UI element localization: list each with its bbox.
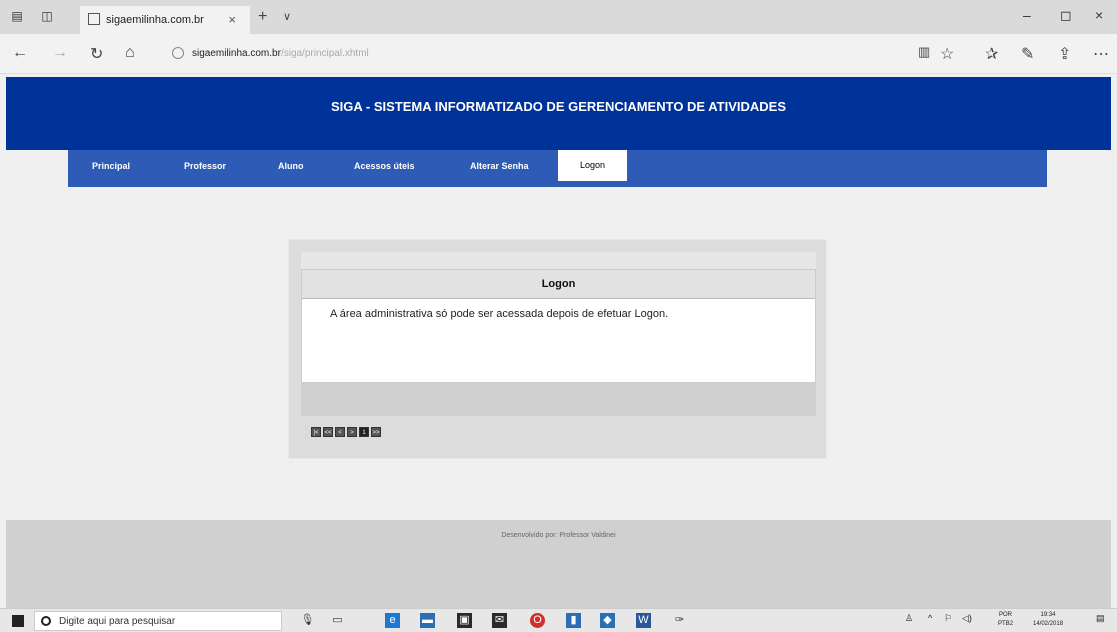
task-view-icon[interactable]: ▭ — [330, 613, 345, 628]
tab-preview-icon[interactable]: ▤ — [10, 9, 24, 23]
app-icon[interactable]: ◆ — [600, 613, 615, 628]
site-info-icon[interactable] — [172, 47, 184, 59]
footer-credit: Desenvolvido por: Professor Valdinei — [501, 532, 616, 539]
taskbar-search-box[interactable]: Digite aqui para pesquisar — [34, 611, 282, 631]
browser-nav-bar: ← → ↻ ⌂ sigaemilinha.com.br/siga/princip… — [0, 34, 1117, 74]
word-icon[interactable]: W — [636, 613, 651, 628]
refresh-icon[interactable]: ↻ — [90, 44, 103, 64]
panel-header-strip — [301, 252, 816, 269]
browser-tab-bar: ▤ ◫ sigaemilinha.com.br × + ∨ – ◻ × — [0, 0, 1117, 34]
menu-item-acessos-uteis[interactable]: Acessos úteis — [354, 161, 415, 171]
network-icon[interactable]: ⚐ — [944, 613, 952, 624]
close-tab-icon[interactable]: × — [228, 12, 236, 27]
pager-last-button[interactable]: >> — [371, 427, 381, 437]
logon-panel: Logon A área administrativa só pode ser … — [301, 269, 816, 383]
file-explorer-icon[interactable]: ▬ — [420, 613, 435, 628]
reading-view-icon[interactable]: ▥ — [918, 44, 930, 60]
panel-footer — [301, 383, 816, 416]
panel-message: A área administrativa só pode ser acessa… — [330, 308, 669, 320]
menu-item-alterar-senha[interactable]: Alterar Senha — [470, 161, 529, 171]
panel-title: Logon — [302, 270, 815, 299]
set-aside-tabs-icon[interactable]: ◫ — [40, 9, 54, 23]
menu-item-professor[interactable]: Professor — [184, 161, 226, 171]
paginator: |< << < >1 >> — [311, 421, 383, 437]
main-menu: Principal Professor Aluno Acessos úteis … — [68, 150, 1047, 187]
back-icon[interactable]: ← — [12, 44, 28, 62]
url-text: sigaemilinha.com.br/siga/principal.xhtml — [192, 48, 369, 59]
logon-dialog: Logon A área administrativa só pode ser … — [288, 239, 827, 459]
windows-taskbar: Digite aqui para pesquisar 🎙 ▭ e ▬ ▣ ✉ O… — [0, 608, 1117, 632]
windows-start-icon[interactable] — [12, 615, 24, 627]
tab-title: sigaemilinha.com.br — [106, 14, 204, 26]
search-placeholder: Digite aqui para pesquisar — [59, 616, 176, 627]
clock[interactable]: 19:34 14/02/2018 — [1033, 611, 1063, 629]
site-header: SIGA - SISTEMA INFORMATIZADO DE GERENCIA… — [6, 77, 1111, 150]
microphone-icon[interactable]: 🎙 — [300, 613, 315, 628]
new-tab-button[interactable]: + — [258, 8, 267, 26]
people-icon[interactable]: ♙ — [905, 613, 913, 624]
opera-icon[interactable]: O — [530, 613, 545, 628]
browser-tab[interactable]: sigaemilinha.com.br × — [80, 6, 250, 34]
site-footer: Desenvolvido por: Professor Valdinei — [6, 520, 1111, 608]
page-icon — [88, 13, 100, 25]
cortana-icon — [41, 616, 51, 626]
pager-prev-button[interactable]: < — [335, 427, 345, 437]
pager-current-page[interactable]: 1 — [359, 427, 369, 437]
pager-fast-back-button[interactable]: << — [323, 427, 333, 437]
tray-chevron-icon[interactable]: ^ — [928, 613, 932, 623]
home-icon[interactable]: ⌂ — [125, 44, 135, 62]
favorites-hub-icon[interactable]: ✰ — [985, 44, 998, 64]
store-icon[interactable]: ▣ — [457, 613, 472, 628]
menu-item-aluno[interactable]: Aluno — [278, 161, 304, 171]
pager-first-button[interactable]: |< — [311, 427, 321, 437]
language-indicator[interactable]: POR PTB2 — [998, 611, 1013, 629]
site-title: SIGA - SISTEMA INFORMATIZADO DE GERENCIA… — [330, 99, 786, 114]
volume-icon[interactable]: ◁) — [962, 613, 972, 624]
mail-icon[interactable]: ✉ — [492, 613, 507, 628]
web-note-icon[interactable]: ✎ — [1021, 44, 1034, 64]
favorite-star-icon[interactable]: ☆ — [940, 44, 954, 64]
pager-next-button[interactable]: > — [347, 427, 357, 437]
more-icon[interactable]: ⋯ — [1093, 44, 1109, 64]
minimize-button[interactable]: – — [1023, 7, 1031, 23]
notifications-icon[interactable]: ▤ — [1096, 613, 1105, 624]
close-window-button[interactable]: × — [1095, 7, 1103, 23]
address-bar[interactable]: sigaemilinha.com.br/siga/principal.xhtml — [170, 42, 900, 66]
share-icon[interactable]: ⇪ — [1058, 44, 1071, 64]
document-icon[interactable]: ▮ — [566, 613, 581, 628]
forward-icon[interactable]: → — [52, 44, 68, 62]
restore-button[interactable]: ◻ — [1060, 7, 1072, 24]
tab-list-chevron-icon[interactable]: ∨ — [283, 10, 291, 23]
menu-item-logon[interactable]: Logon — [558, 150, 628, 181]
menu-item-principal[interactable]: Principal — [92, 161, 130, 171]
paint-icon[interactable]: ✑ — [672, 613, 687, 628]
edge-icon[interactable]: e — [385, 613, 400, 628]
